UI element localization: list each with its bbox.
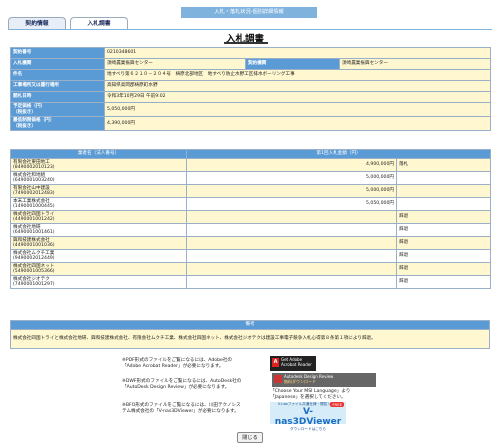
contract-agency-value: 須崎農業振興センター [338,58,492,70]
bid-result: 辞退 [396,223,491,237]
contract-info-table: 契約番号 0210348601 入札機関 須崎農業振興センター 契約機関 須崎農… [10,47,492,131]
bidder-name: 株式会社和地組 [13,172,46,178]
bidder-cell: 株式会社和地組 (6490001003240) [10,171,187,185]
bid-result [396,184,491,198]
bid-amount: 4,900,000円 [186,158,397,172]
bidder-corp-no: (7490001001297) [13,282,55,287]
location-label: 工事場所又は履行場所 [10,80,105,92]
bid-results-table: 業者名（法人番号） 第1回入札金額（円） 有限会社東田地工 (8490002010… [10,149,491,289]
pdf-note: ※PDF形式のファイルをご覧になるには、Adobe社の 「Adobe Acroba… [122,358,233,370]
project-label: 件名 [10,69,105,81]
bid-result: 辞退 [396,249,491,263]
bid-result [396,171,491,185]
bidder-name: 株式会社ジオテク [13,276,50,282]
bid-result: 辞退 [396,275,491,289]
bidder-cell: 本末工業株式会社 (1490001000445) [10,197,187,211]
col-amount-header: 第1回入札金額（円） [186,149,491,159]
bid-amount: 5,000,000円 [186,184,397,198]
free-badge: FREE [330,402,344,407]
bfo-note: ※BFO形式のファイルをご覧になるには、川田テクノシス テム株式会社の「V-nas… [122,403,241,415]
min-price-label: 最低制限価格（円） （税抜き） [10,116,105,131]
bidder-corp-no: (6490001001461) [13,230,55,235]
bidder-cell: 有限会社東田地工 (8490002010123) [10,158,187,172]
remarks-label: 備考 [10,320,490,330]
remarks-text: 株式会社四国トライと株式会社地研、興和技建株式会社、有限会社ムクチ工業、株式会社… [10,329,490,349]
bidder-cell: 興和技建株式会社 (4490001001036) [10,236,187,250]
opening-value: 令和3年10月29日 午前9:02 [103,91,492,103]
bid-amount [186,210,397,224]
bid-amount: 5,050,000円 [186,197,397,211]
planned-price-label: 予定価格（円） （税抜き） [10,102,105,117]
bidder-name: 株式会社ムクチ工業 [13,250,55,256]
bidder-corp-no: (1490001000445) [13,204,55,209]
autodesk-language-note: 「Choose Your MSI Language」より 「Japanese」を選… [270,389,351,401]
bidder-corp-no: (4490001001242) [13,217,55,222]
bidder-name: 株式会社地研 [13,224,41,230]
bid-row: 有限会社東田地工 (8490002010123) 4,900,000円 落札 [10,158,491,172]
autodesk-design-review-download-link[interactable]: Autodesk Design Review 無料ダウンロード [272,373,376,387]
remarks-table: 備考 株式会社四国トライと株式会社地研、興和技建株式会社、有限会社ムクチ工業、株… [10,320,490,349]
v-nas3dviewer-download-link[interactable]: FREE V-nasファイル共通仕様・閲覧ソフト V-nas3DViewer ダ… [270,402,346,431]
project-value: 地すべり第６２１０－２０４号 梼原北部地区 地すべり防止水野工区排水ボーリング工… [103,69,492,81]
bid-amount [186,223,397,237]
bid-amount [186,262,397,276]
planned-price-value: 5,050,000円 [103,102,492,117]
autodesk-logo-icon [274,375,282,383]
location-value: 高知県高岡郡梼原町水野 [103,80,492,92]
bidder-cell: 有限会社山中建設 (7490002012483) [10,184,187,198]
bidder-corp-no: (7490002012483) [13,191,55,196]
col-company-header: 業者名（法人番号） [10,149,187,159]
bidder-corp-no: (6490001003240) [13,178,55,183]
bid-result: 辞退 [396,210,491,224]
contract-no-value: 0210348601 [103,47,492,59]
bid-amount [186,236,397,250]
bidder-name: 本末工業株式会社 [13,198,50,204]
bid-row: 株式会社ムクチ工業 (9490002012449) 辞退 [10,249,491,263]
bid-row: 興和技建株式会社 (4490001001036) 辞退 [10,236,491,250]
page-header-banner: 入札・落札状況-個別詳細情報 [181,7,317,18]
adobe-reader-download-link[interactable]: A Get Adobe Acrobat Reader [270,356,316,371]
bidder-name: 株式会社四国ネット [13,263,55,269]
contract-agency-label: 契約機関 [245,58,340,70]
bidder-cell: 株式会社ジオテク (7490001001297) [10,275,187,289]
bid-row: 株式会社ジオテク (7490001001297) 辞退 [10,275,491,289]
tab-contract-info[interactable]: 契約情報 [8,17,66,29]
bid-agency-label: 入札機関 [10,58,105,70]
bidder-corp-no: (4490001001036) [13,243,55,248]
contract-no-label: 契約番号 [10,47,105,59]
bidder-cell: 株式会社ムクチ工業 (9490002012449) [10,249,187,263]
bidder-cell: 株式会社四国ネット (5490001005366) [10,262,187,276]
adobe-logo-icon: A [272,357,279,367]
bid-amount [186,249,397,263]
bidder-name: 興和技建株式会社 [13,237,50,243]
bid-row: 有限会社山中建設 (7490002012483) 5,000,000円 [10,184,491,198]
bid-row: 株式会社和地組 (6490001003240) 5,000,000円 [10,171,491,185]
bid-result: 落札 [396,158,491,172]
bid-row: 株式会社四国トライ (4490001001242) 辞退 [10,210,491,224]
bidder-corp-no: (8490002010123) [13,165,55,170]
bid-amount: 5,000,000円 [186,171,397,185]
bidder-corp-no: (9490002012449) [13,256,55,261]
bid-amount [186,275,397,289]
tab-bid-record[interactable]: 入札調書 [70,17,128,29]
bid-result: 辞退 [396,236,491,250]
bid-result: 辞退 [396,262,491,276]
close-button[interactable]: 閉じる [237,432,263,443]
bidder-corp-no: (5490001005366) [13,269,55,274]
bidder-name: 株式会社四国トライ [13,211,55,217]
min-price-value: 4,390,000円 [103,116,492,131]
bidder-name: 有限会社山中建設 [13,185,50,191]
bid-row: 本末工業株式会社 (1490001000445) 5,050,000円 [10,197,491,211]
title-underline [224,42,268,44]
bid-row: 株式会社四国ネット (5490001005366) 辞退 [10,262,491,276]
dwf-note: ※DWF形式のファイルをご覧になるには、AutoDesk社の 「AutoDesk … [122,379,242,391]
bidder-name: 有限会社東田地工 [13,159,50,165]
bid-agency-value: 須崎農業振興センター [104,58,246,70]
opening-label: 開札日時 [10,91,105,103]
bid-result [396,197,491,211]
bid-row: 株式会社地研 (6490001001461) 辞退 [10,223,491,237]
bidder-cell: 株式会社地研 (6490001001461) [10,223,187,237]
tab-divider [8,29,492,30]
bidder-cell: 株式会社四国トライ (4490001001242) [10,210,187,224]
